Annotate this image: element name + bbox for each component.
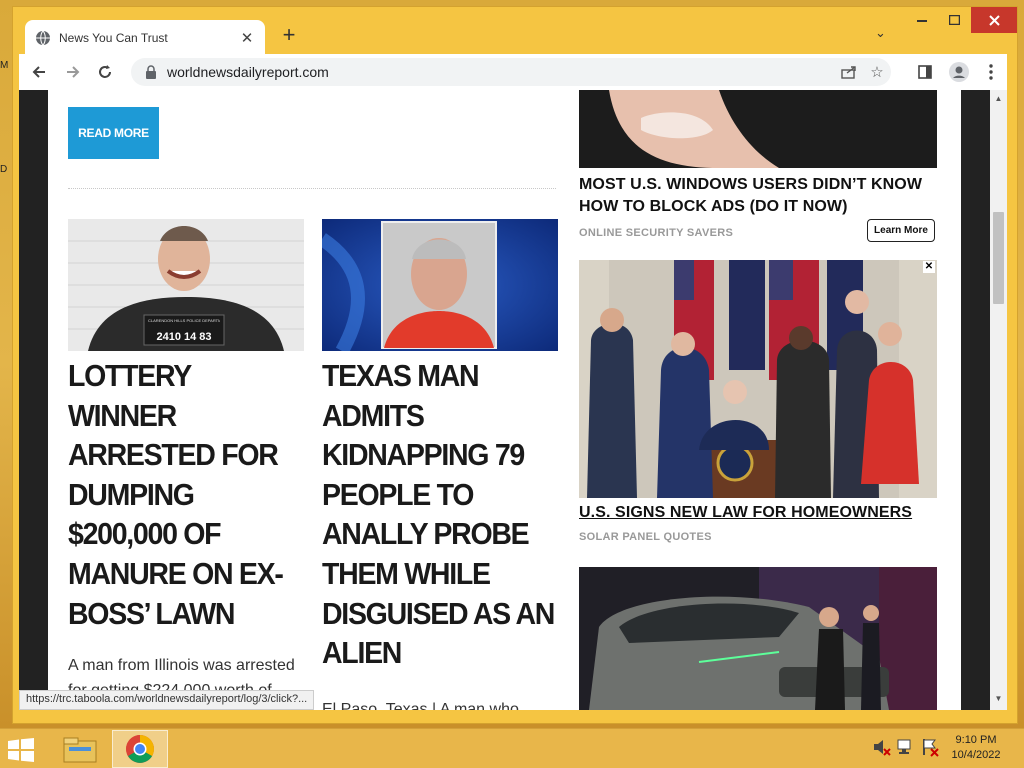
maximize-button[interactable] [939, 7, 969, 33]
close-window-button[interactable] [971, 7, 1017, 33]
clock-time: 9:10 PM [955, 734, 997, 746]
taskbar: 9:10 PM 10/4/2022 [0, 728, 1024, 768]
ad-image-car[interactable] [579, 567, 937, 710]
tab-title: News You Can Trust [59, 30, 168, 45]
chrome-icon [126, 735, 154, 763]
article-thumbnail[interactable] [322, 219, 558, 351]
ad-image-signing[interactable]: ✕ [579, 260, 937, 498]
url-text[interactable]: worldnewsdailyreport.com [167, 64, 835, 80]
ad-source[interactable]: SOLAR PANEL QUOTES [579, 531, 712, 543]
desktop-fragment: M [0, 60, 9, 71]
reload-icon [99, 65, 111, 78]
car-image [579, 567, 937, 710]
mugshot-image [322, 219, 558, 351]
article-card[interactable]: CLARENDON HILLS POLICE DEPARTMENT 2410 1… [68, 219, 304, 710]
read-more-button[interactable]: READ MORE [68, 107, 159, 159]
address-bar[interactable]: worldnewsdailyreport.com ☆ [131, 58, 891, 86]
taskbar-chrome[interactable] [112, 730, 168, 768]
ad-source[interactable]: ONLINE SECURITY SAVERS [579, 227, 733, 239]
action-center-icon[interactable] [920, 737, 940, 757]
learn-more-button[interactable]: Learn More [867, 219, 935, 242]
taskbar-file-explorer[interactable] [52, 730, 108, 768]
network-icon[interactable] [896, 737, 916, 757]
share-icon[interactable] [835, 65, 863, 79]
ad-close-icon[interactable]: ✕ [923, 261, 935, 273]
back-button[interactable] [23, 56, 55, 88]
ad-image-hand[interactable] [579, 90, 937, 168]
tab-close-icon[interactable]: ✕ [239, 29, 255, 47]
minimize-button[interactable] [907, 7, 937, 33]
browser-window: News You Can Trust ✕ + ⌄ worldnewsdailyr… [12, 6, 1018, 724]
volume-muted-icon[interactable] [872, 737, 892, 757]
reload-button[interactable] [89, 56, 121, 88]
hand-image [579, 90, 937, 168]
scrollbar-thumb[interactable] [993, 212, 1004, 304]
minimize-icon [917, 20, 927, 22]
divider [68, 188, 556, 189]
status-bar-url: https://trc.taboola.com/worldnewsdailyre… [19, 690, 315, 710]
ad-headline[interactable]: U.S. SIGNS NEW LAW FOR HOMEOWNERS [579, 502, 912, 524]
sidepanel-icon[interactable] [909, 56, 941, 88]
clock-date: 10/4/2022 [951, 749, 1001, 761]
article-excerpt: El Paso, Texas | A man who [322, 700, 519, 710]
scroll-down-icon[interactable]: ▼ [990, 694, 1007, 708]
profile-avatar-icon[interactable] [943, 56, 975, 88]
menu-kebab-icon[interactable] [975, 56, 1007, 88]
browser-toolbar: worldnewsdailyreport.com ☆ [19, 54, 1007, 90]
arrow-left-icon [32, 66, 45, 78]
scroll-up-icon[interactable]: ▲ [990, 94, 1007, 108]
signing-image [579, 260, 937, 498]
maximize-icon [948, 15, 960, 25]
start-button[interactable] [8, 738, 34, 762]
folder-icon [63, 737, 97, 763]
system-clock[interactable]: 9:10 PM 10/4/2022 [946, 733, 1006, 763]
vertical-scrollbar[interactable]: ▲ ▼ [990, 90, 1007, 710]
article-card[interactable]: TEXAS MAN ADMITS KIDNAPPING 79 PEOPLE TO… [322, 219, 558, 710]
web-page: READ MORE CLARENDON HILLS POLICE DEPARTM… [48, 90, 961, 710]
tab-strip: News You Can Trust ✕ + ⌄ [13, 7, 1017, 55]
bookmark-star-icon[interactable]: ☆ [863, 63, 891, 81]
ad-headline[interactable]: MOST U.S. WINDOWS USERS DIDN’T KNOW HOW … [579, 174, 931, 218]
desktop-fragment: D [0, 164, 8, 175]
new-tab-icon[interactable]: + [277, 24, 301, 46]
article-thumbnail[interactable]: CLARENDON HILLS POLICE DEPARTMENT 2410 1… [68, 219, 304, 351]
forward-button[interactable] [57, 56, 89, 88]
tab-search-chevron-icon[interactable]: ⌄ [875, 25, 886, 41]
mugshot-board-number: 2410 14 83 [156, 331, 212, 343]
arrow-right-icon [67, 66, 80, 78]
lock-icon [146, 65, 156, 79]
globe-icon [36, 30, 50, 45]
close-icon [988, 14, 1000, 26]
browser-tab[interactable]: News You Can Trust ✕ [25, 20, 265, 55]
mugshot-board-label: CLARENDON HILLS POLICE DEPARTMENT [148, 319, 220, 323]
page-viewport: READ MORE CLARENDON HILLS POLICE DEPARTM… [19, 90, 1007, 710]
article-headline[interactable]: TEXAS MAN ADMITS KIDNAPPING 79 PEOPLE TO… [322, 356, 558, 673]
article-headline[interactable]: LOTTERY WINNER ARRESTED FOR DUMPING $200… [68, 356, 304, 633]
